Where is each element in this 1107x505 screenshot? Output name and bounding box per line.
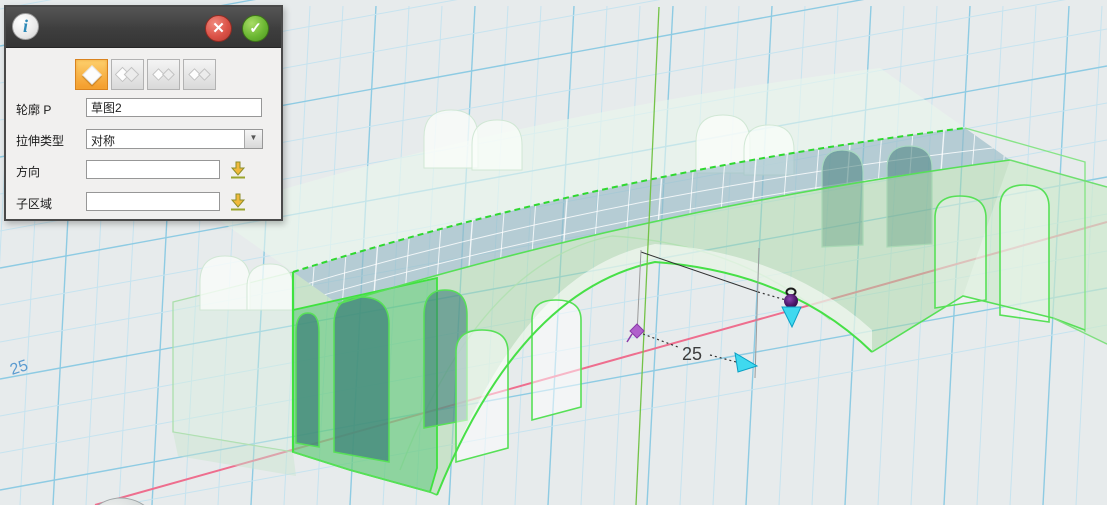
extrude-type-label: 拉伸类型 (16, 132, 64, 149)
subregion-input[interactable] (86, 192, 220, 211)
extrude-type-select[interactable]: 对称 ▼ (86, 129, 263, 149)
subregion-field-row: 子区域 (6, 192, 281, 214)
arch-window (1000, 185, 1049, 322)
direction-label: 方向 (16, 163, 40, 180)
mode-double-diamond-button[interactable] (111, 59, 144, 90)
direction-input[interactable] (86, 160, 220, 179)
single-diamond-icon (82, 65, 102, 85)
mode-diamond-pair-button[interactable] (147, 59, 180, 90)
cancel-button[interactable]: ✕ (205, 15, 232, 42)
mode-split-diamond-button[interactable] (183, 59, 216, 90)
close-icon: ✕ (212, 20, 225, 37)
arch-window (935, 196, 986, 308)
confirm-button[interactable]: ✓ (242, 15, 269, 42)
profile-input[interactable] (86, 98, 262, 117)
info-icon[interactable]: i (12, 13, 39, 40)
pick-arrow-icon (228, 192, 248, 212)
arch-window (296, 313, 319, 447)
subregion-label: 子区域 (16, 195, 52, 212)
mode-single-diamond-button[interactable] (75, 59, 108, 90)
cad-application: 25 25 i ✕ ✓ (0, 0, 1107, 505)
pick-arrow-icon (228, 160, 248, 180)
dimension-value[interactable]: 25 (682, 344, 702, 364)
profile-label: 轮廓 P (16, 101, 51, 118)
arch-window (456, 330, 508, 462)
dialog-titlebar[interactable]: i ✕ ✓ (6, 7, 281, 48)
extrude-type-value: 对称 (91, 132, 115, 149)
arch-window (532, 300, 581, 420)
chevron-down-icon[interactable]: ▼ (244, 130, 262, 148)
subregion-pick-button[interactable] (228, 192, 248, 212)
arch-window (334, 297, 389, 462)
check-icon: ✓ (249, 20, 262, 37)
extrude-type-row: 拉伸类型 对称 ▼ (6, 129, 281, 151)
direction-field-row: 方向 (6, 160, 281, 182)
extrude-mode-toolbar (75, 59, 216, 90)
profile-field-row: 轮廓 P (6, 98, 281, 120)
direction-pick-button[interactable] (228, 160, 248, 180)
extrude-dialog: i ✕ ✓ 轮廓 P 拉伸类型 对称 ▼ 方向 (4, 5, 283, 221)
